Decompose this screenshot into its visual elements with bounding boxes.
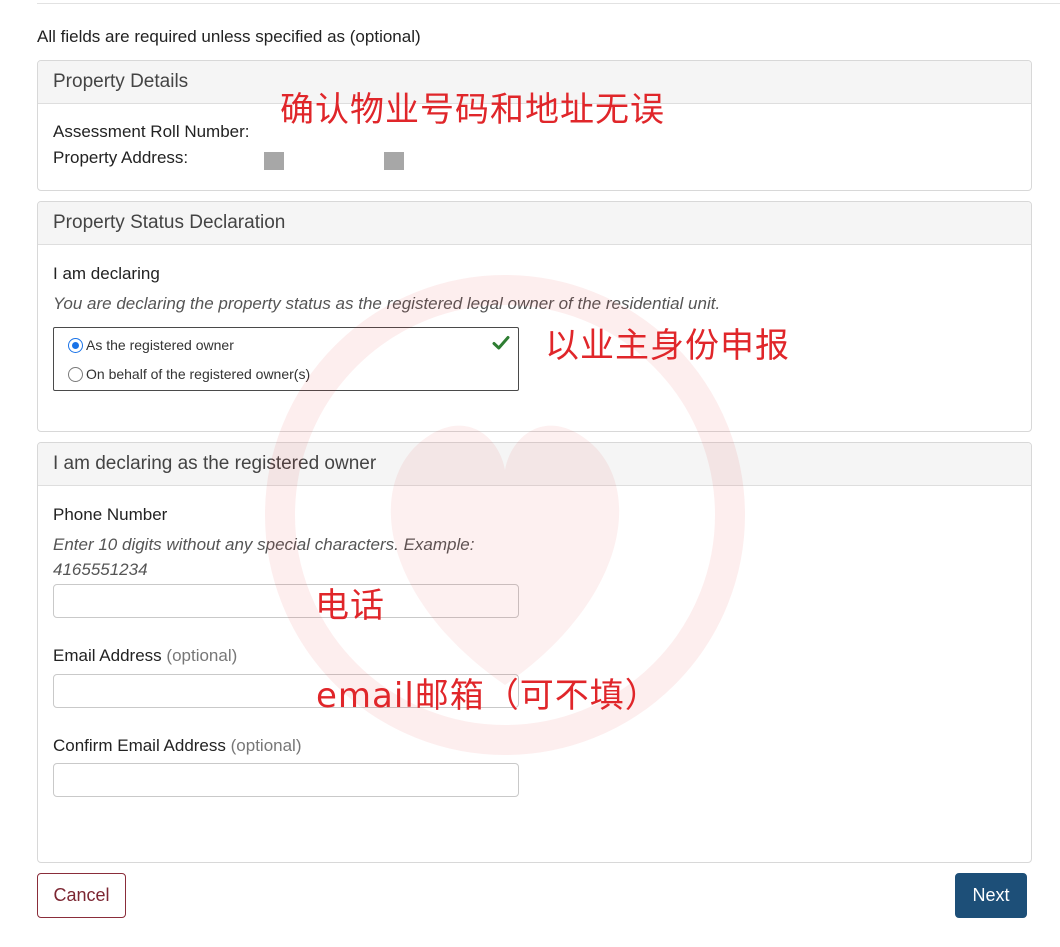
email-label: Email Address (optional) [53,646,237,666]
radio-label: On behalf of the registered owner(s) [86,366,311,382]
annotation-phone: 电话 [315,586,385,626]
owner-contact-card: I am declaring as the registered owner P… [37,442,1032,863]
confirm-email-label: Confirm Email Address (optional) [53,736,302,756]
confirm-email-input[interactable] [53,763,519,797]
property-status-card: Property Status Declaration I am declari… [37,201,1032,432]
annotation-property-check: 确认物业号码和地址无误 [280,90,665,130]
phone-label: Phone Number [53,505,168,524]
cancel-button[interactable]: Cancel [37,873,126,918]
required-fields-note: All fields are required unless specified… [37,27,421,46]
radio-button[interactable] [68,366,83,382]
radio-option-on-behalf[interactable]: On behalf of the registered owner(s) [68,366,310,382]
next-button[interactable]: Next [955,873,1027,918]
annotation-email-optional: email邮箱（可不填） [316,676,660,716]
property-status-header: Property Status Declaration [38,202,1031,245]
annotation-declare-as-owner: 以业主身份申报 [545,326,790,366]
redacted-block [264,152,284,170]
confirm-email-label-text: Confirm Email Address [53,736,226,755]
optional-tag: (optional) [230,736,302,755]
phone-hint: Enter 10 digits without any special char… [53,535,475,554]
check-icon [492,336,510,350]
optional-tag: (optional) [166,646,238,665]
owner-contact-header: I am declaring as the registered owner [38,443,1031,486]
phone-hint-example: 4165551234 [53,560,148,579]
radio-button-checked[interactable] [68,337,83,353]
declaration-radio-group: As the registered owner On behalf of the… [53,327,519,391]
radio-label: As the registered owner [86,337,234,353]
top-divider [37,3,1060,4]
radio-option-registered-owner[interactable]: As the registered owner [68,337,234,353]
email-label-text: Email Address [53,646,162,665]
declaring-label: I am declaring [53,264,160,283]
declaring-hint: You are declaring the property status as… [53,294,721,313]
redacted-block [384,152,404,170]
property-address-label: Property Address: [53,148,189,167]
assessment-roll-label: Assessment Roll Number: [53,122,250,141]
phone-input[interactable] [53,584,519,618]
